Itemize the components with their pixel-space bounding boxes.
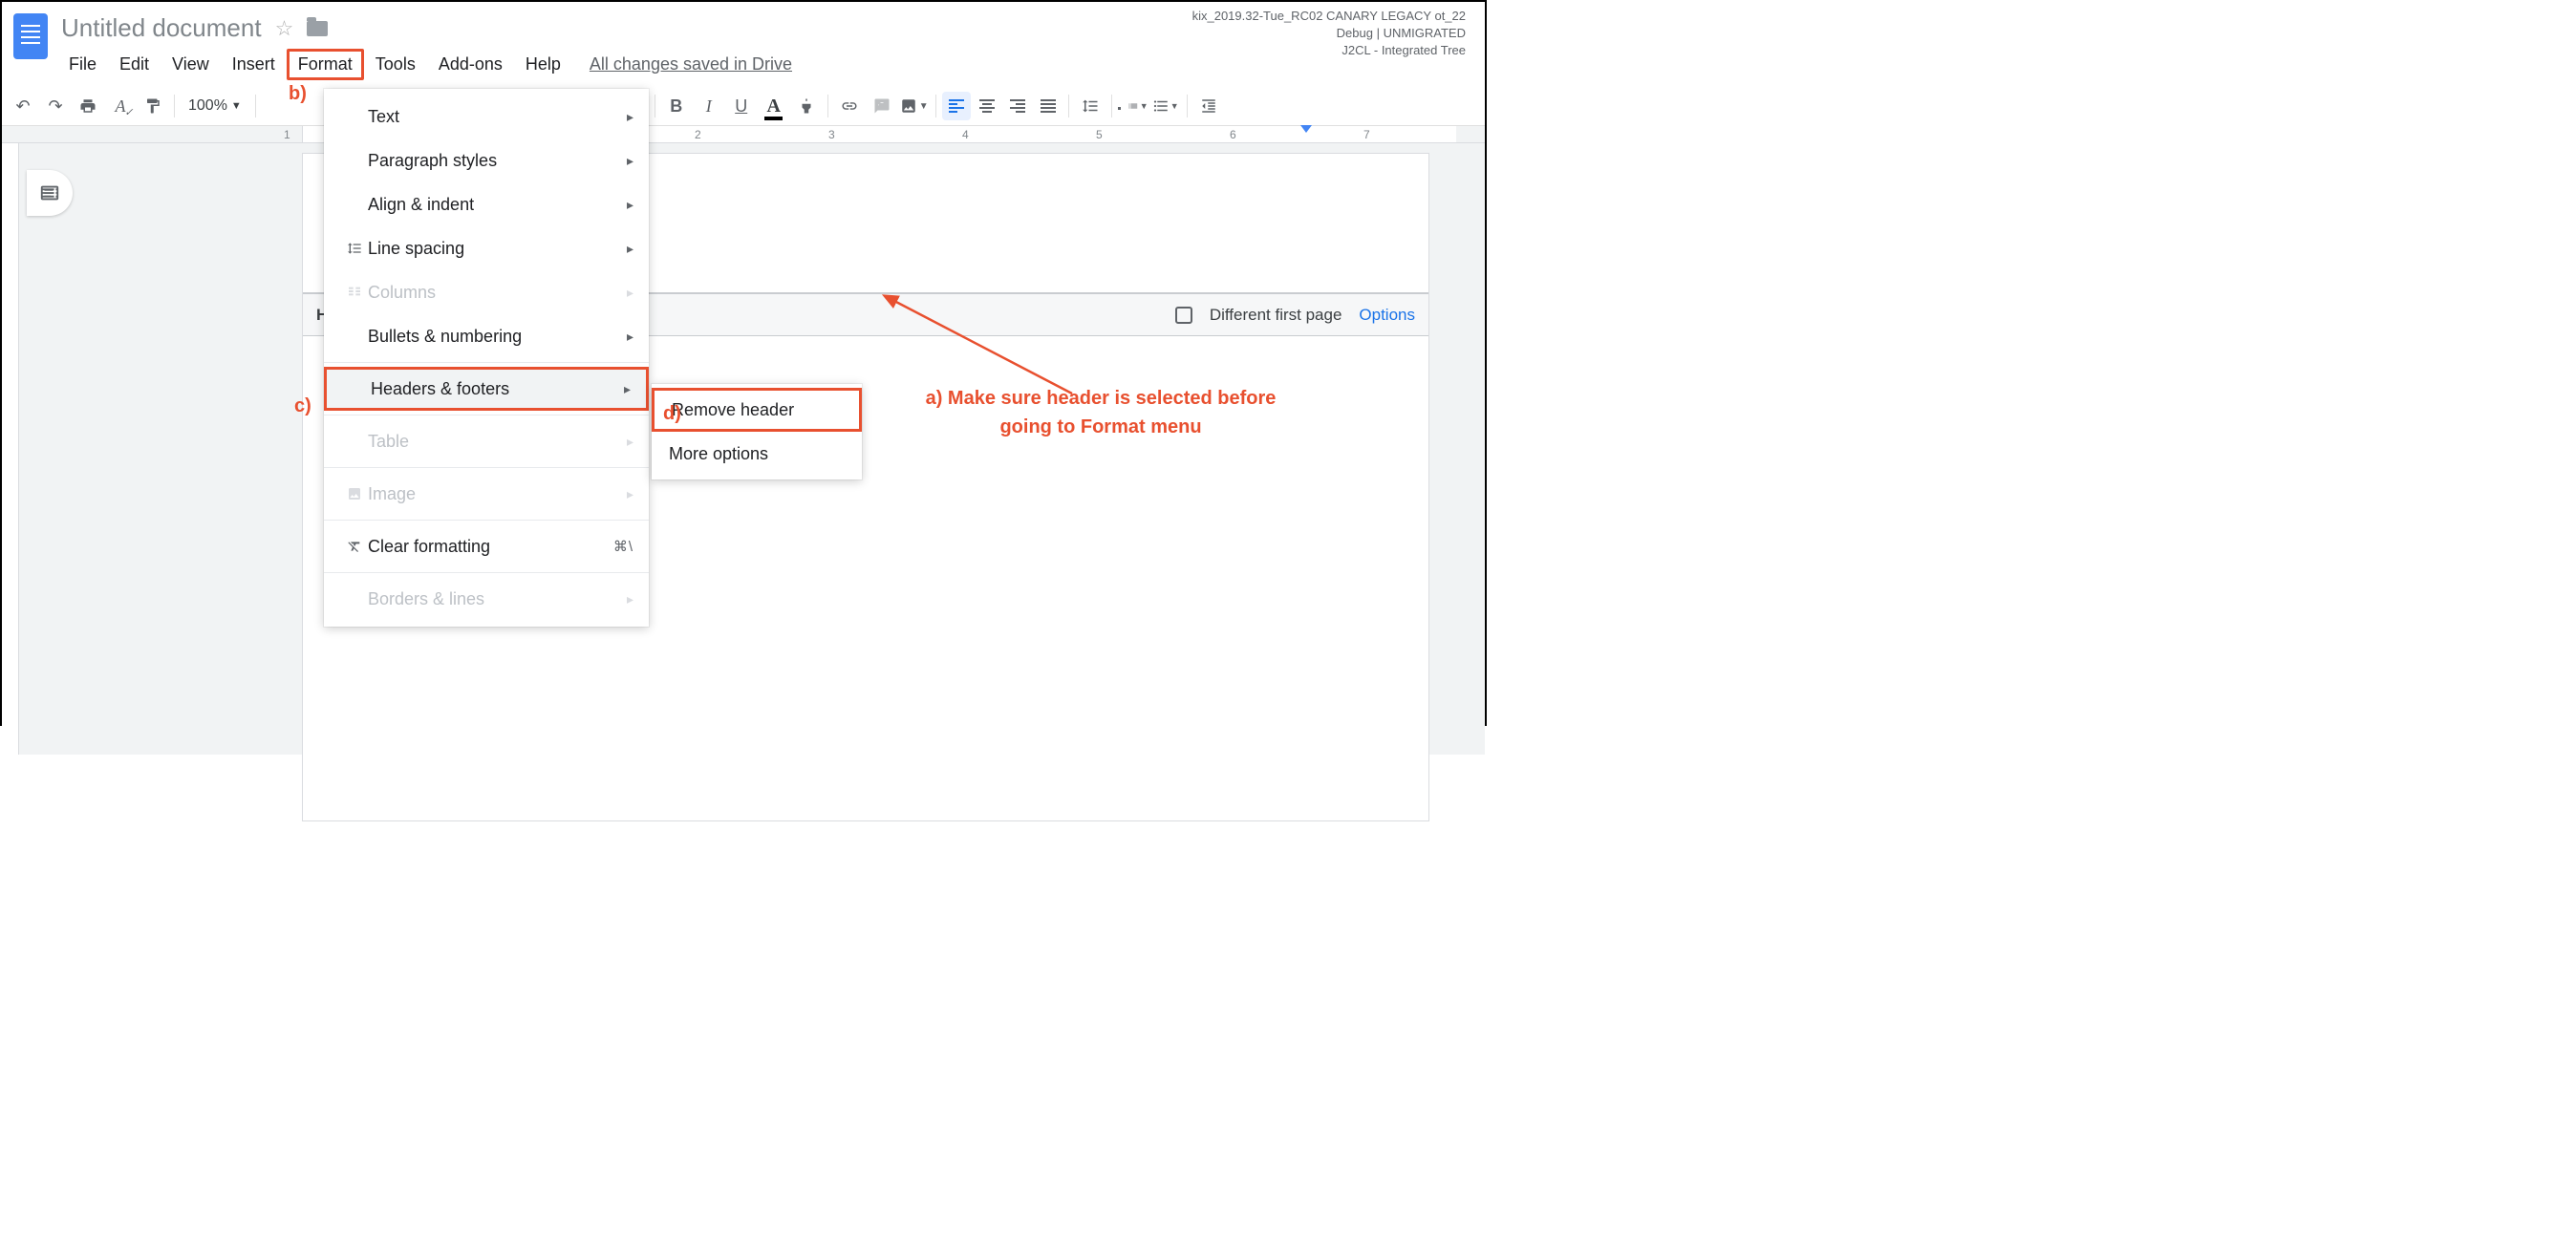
different-first-page-label: Different first page [1210, 306, 1342, 325]
menu-format[interactable]: Format [287, 49, 364, 80]
menu-file[interactable]: File [57, 49, 108, 80]
image-icon [341, 486, 368, 501]
star-icon[interactable]: ☆ [275, 16, 294, 41]
vertical-ruler[interactable] [2, 143, 19, 755]
annotation-d: d) [663, 403, 681, 425]
menu-insert[interactable]: Insert [221, 49, 287, 80]
menu-addons[interactable]: Add-ons [427, 49, 514, 80]
bold-button[interactable]: B [661, 91, 692, 121]
line-spacing-icon [341, 241, 368, 256]
annotation-a: a) Make sure header is selected before g… [919, 384, 1282, 441]
image-button[interactable]: ▼ [899, 91, 930, 121]
toolbar: ↶ ↷ A✓ 100%▼ ▼ B I U A ▼ [2, 86, 1485, 126]
columns-icon [341, 285, 368, 300]
align-center-button[interactable] [973, 92, 1001, 120]
save-status[interactable]: All changes saved in Drive [590, 54, 792, 75]
paint-format-button[interactable] [138, 91, 168, 121]
build-info: kix_2019.32-Tue_RC02 CANARY LEGACY ot_22… [1192, 8, 1466, 60]
italic-button[interactable]: I [694, 91, 724, 121]
underline-button[interactable]: U [726, 91, 757, 121]
undo-button[interactable]: ↶ [8, 91, 38, 121]
spellcheck-button[interactable]: A✓ [105, 91, 136, 121]
zoom-select[interactable]: 100%▼ [181, 97, 249, 115]
text-color-button[interactable]: A [759, 91, 789, 121]
line-spacing-button[interactable] [1075, 91, 1106, 121]
comment-button[interactable] [867, 91, 897, 121]
docs-logo-icon[interactable] [13, 13, 48, 59]
bullet-list-button[interactable]: ▼ [1150, 91, 1181, 121]
outline-toggle-button[interactable] [27, 170, 73, 216]
highlight-button[interactable] [791, 91, 822, 121]
move-folder-icon[interactable] [307, 21, 328, 36]
document-title[interactable]: Untitled document [61, 13, 262, 43]
menu-help[interactable]: Help [514, 49, 572, 80]
annotation-b: b) [289, 83, 307, 105]
link-button[interactable] [834, 91, 865, 121]
menu-paragraph-styles[interactable]: Paragraph styles▸ [324, 138, 649, 182]
align-left-button[interactable] [942, 92, 971, 120]
header-options-button[interactable]: Options [1359, 306, 1415, 325]
annotation-c: c) [294, 395, 311, 417]
menu-borders-lines: Borders & lines▸ [324, 577, 649, 621]
align-justify-button[interactable] [1034, 92, 1063, 120]
indent-decrease-button[interactable] [1193, 91, 1224, 121]
menu-bullets-numbering[interactable]: Bullets & numbering▸ [324, 314, 649, 358]
more-options-item[interactable]: More options [652, 432, 862, 476]
menu-tools[interactable]: Tools [364, 49, 427, 80]
menu-image: Image▸ [324, 472, 649, 516]
clear-format-icon [341, 539, 368, 554]
menu-line-spacing[interactable]: Line spacing▸ [324, 226, 649, 270]
headers-footers-submenu: Remove header More options [652, 384, 862, 479]
different-first-page-checkbox[interactable] [1175, 307, 1192, 324]
checklist-button[interactable]: ▼ [1118, 91, 1148, 121]
menu-headers-footers[interactable]: Headers & footers▸ [324, 367, 649, 411]
horizontal-ruler[interactable]: 1 2 3 4 5 6 7 [2, 126, 1485, 143]
menu-columns: Columns▸ [324, 270, 649, 314]
menu-align-indent[interactable]: Align & indent▸ [324, 182, 649, 226]
print-button[interactable] [73, 91, 103, 121]
menu-view[interactable]: View [161, 49, 221, 80]
align-right-button[interactable] [1003, 92, 1032, 120]
remove-header-item[interactable]: Remove header [652, 388, 862, 432]
format-dropdown: Text▸ Paragraph styles▸ Align & indent▸ … [324, 89, 649, 627]
menu-clear-formatting[interactable]: Clear formatting⌘\ [324, 524, 649, 568]
redo-button[interactable]: ↷ [40, 91, 71, 121]
menu-text[interactable]: Text▸ [324, 95, 649, 138]
menu-edit[interactable]: Edit [108, 49, 161, 80]
menu-table: Table▸ [324, 419, 649, 463]
